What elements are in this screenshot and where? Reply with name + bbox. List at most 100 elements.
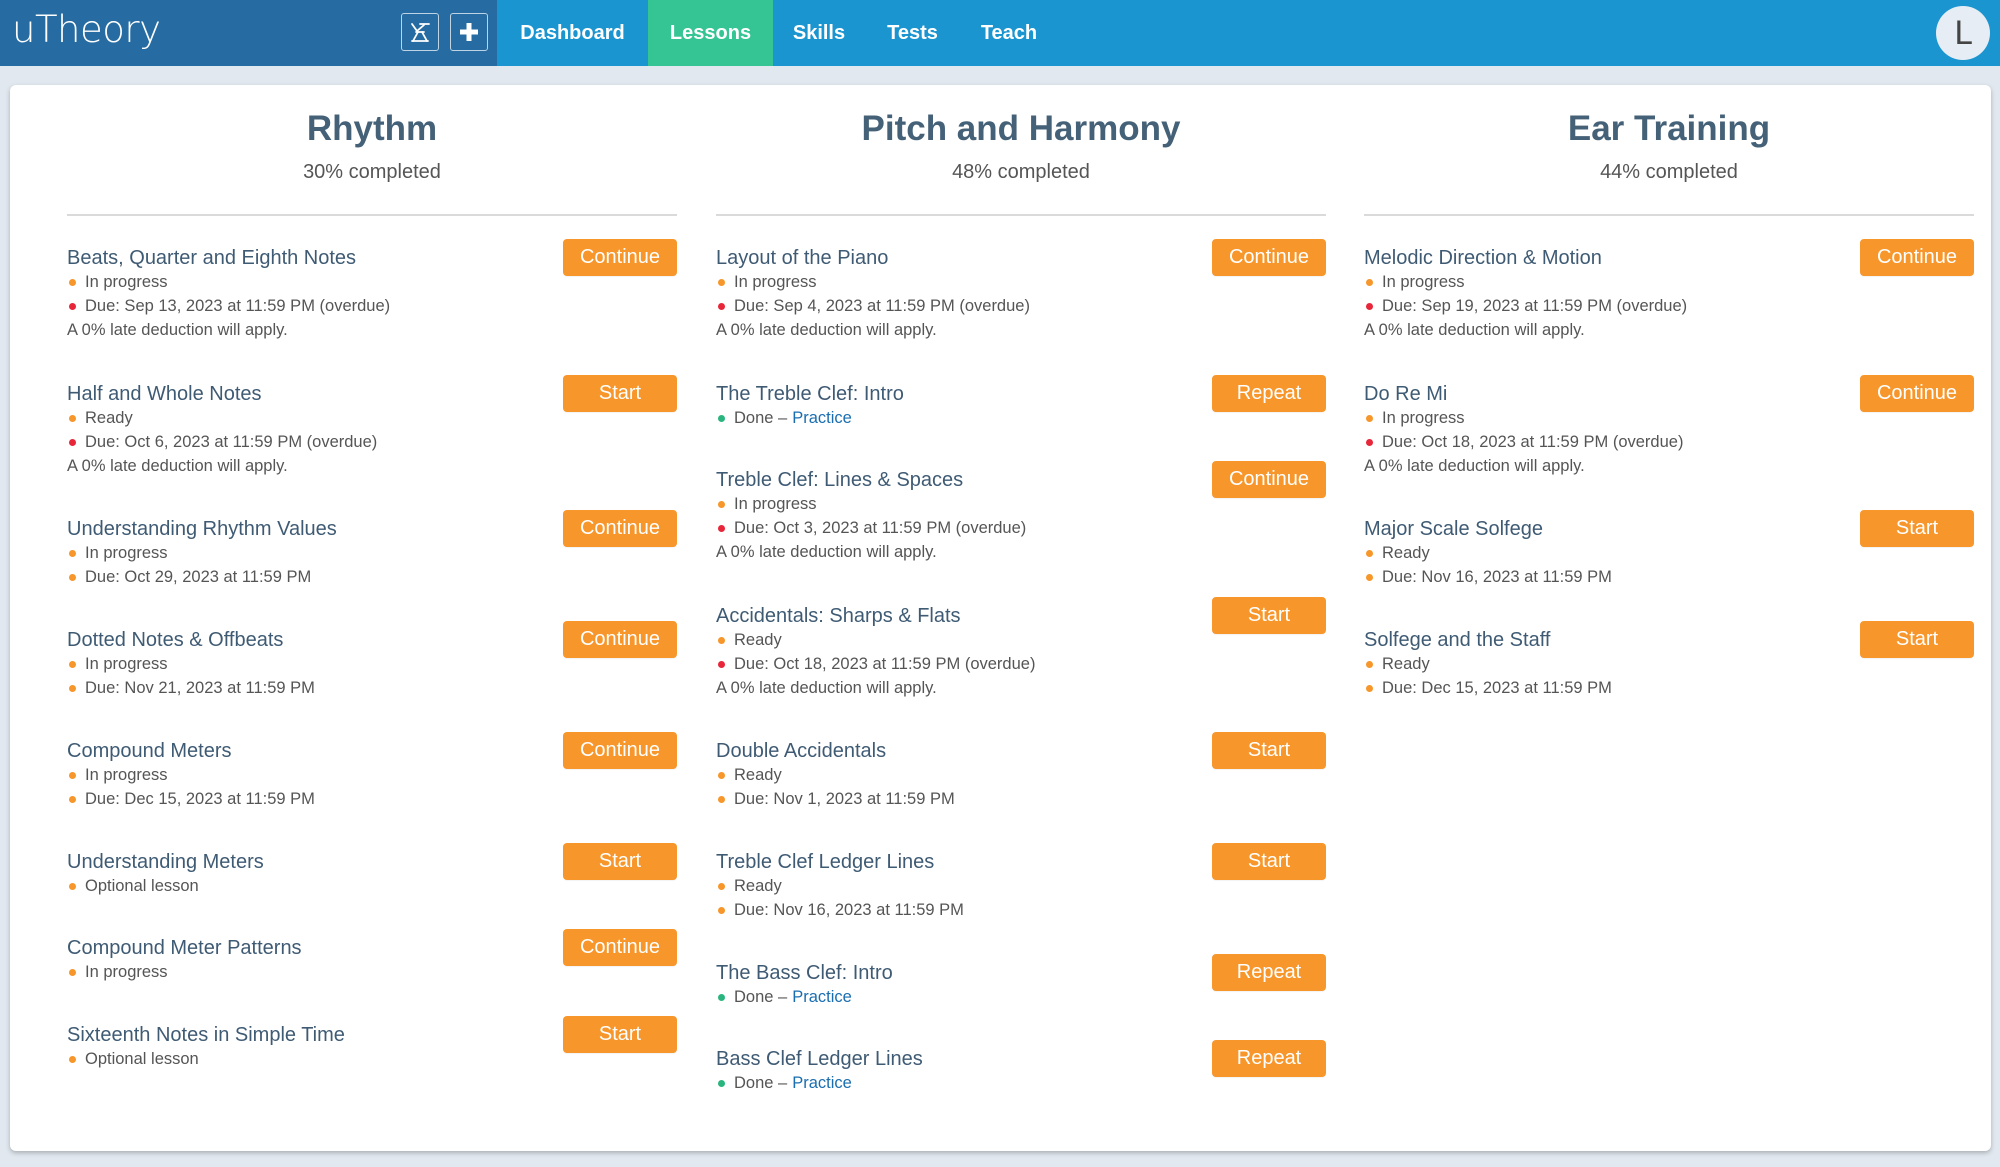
practice-link[interactable]: Practice — [792, 406, 852, 430]
status-text: Ready — [1382, 544, 1430, 562]
nav-lessons[interactable]: Lessons — [648, 0, 773, 66]
status-line: Due: Oct 18, 2023 at 11:59 PM (overdue) — [716, 652, 1326, 676]
late-deduction-note: A 0% late deduction will apply. — [716, 318, 1326, 342]
orange-status-dot-icon — [718, 882, 725, 890]
lesson-item: Melodic Direction & Motion In progress Due… — [1364, 239, 1974, 342]
lesson-item: Major Scale Solfege Ready Due: Nov 16, 202… — [1364, 510, 1974, 589]
conductor-stand-icon — [408, 20, 432, 44]
status-line: Due: Nov 1, 2023 at 11:59 PM — [716, 787, 1326, 811]
lessons-card: Rhythm 30% completed Beats, Quarter and … — [10, 85, 1991, 1151]
repeat-button[interactable]: Repeat — [1212, 375, 1326, 412]
status-text: Done – — [734, 988, 788, 1006]
user-avatar[interactable]: L — [1936, 6, 1990, 60]
status-text: A 0% late deduction will apply. — [716, 679, 937, 697]
orange-status-dot-icon — [1366, 660, 1373, 668]
column-title: Rhythm — [306, 109, 438, 148]
start-button[interactable]: Start — [1860, 621, 1974, 658]
nav-label: Teach — [980, 21, 1038, 44]
continue-button[interactable]: Continue — [563, 621, 677, 658]
continue-button[interactable]: Continue — [1212, 461, 1326, 498]
lesson-item: Bass Clef Ledger Lines Done – Practice Repe… — [716, 1040, 1326, 1095]
start-button[interactable]: Start — [563, 1016, 677, 1053]
orange-status-dot-icon — [718, 771, 725, 779]
nav-tests[interactable]: Tests — [865, 0, 960, 66]
status-text: Due: Oct 29, 2023 at 11:59 PM — [85, 568, 312, 586]
lesson-item: Do Re Mi In progress Due: Oct 18, 2023 at … — [1364, 375, 1974, 478]
continue-button[interactable]: Continue — [1860, 375, 1974, 412]
divider — [67, 214, 677, 216]
lesson-item: Understanding Rhythm Values In progress Du… — [67, 510, 677, 589]
status-line: Due: Oct 18, 2023 at 11:59 PM (overdue) — [1364, 430, 1974, 454]
red-status-dot-icon — [1366, 302, 1373, 310]
continue-button[interactable]: Continue — [563, 732, 677, 769]
status-text: Optional lesson — [85, 1050, 199, 1068]
practice-link[interactable]: Practice — [792, 985, 852, 1009]
continue-button[interactable]: Continue — [1212, 239, 1326, 276]
column-title: Ear Training — [1567, 109, 1771, 148]
add-button[interactable] — [450, 13, 488, 51]
start-button[interactable]: Start — [563, 375, 677, 412]
orange-status-dot-icon — [69, 573, 76, 581]
nav-skills[interactable]: Skills — [773, 0, 865, 66]
orange-status-dot-icon — [718, 500, 725, 508]
plus-icon — [458, 21, 480, 43]
red-status-dot-icon — [69, 302, 76, 310]
nav-dashboard[interactable]: Dashboard — [497, 0, 648, 66]
repeat-button[interactable]: Repeat — [1212, 1040, 1326, 1077]
lesson-item: The Treble Clef: Intro Done – Practice Repe… — [716, 375, 1326, 430]
orange-status-dot-icon — [69, 549, 76, 557]
late-deduction-note: A 0% late deduction will apply. — [716, 676, 1326, 700]
status-line: Due: Oct 6, 2023 at 11:59 PM (overdue) — [67, 430, 677, 454]
status-text: A 0% late deduction will apply. — [67, 321, 288, 339]
status-text: Ready — [85, 409, 133, 427]
status-line: Due: Sep 19, 2023 at 11:59 PM (overdue) — [1364, 294, 1974, 318]
orange-status-dot-icon — [69, 771, 76, 779]
start-button[interactable]: Start — [1212, 843, 1326, 880]
status-text: In progress — [85, 273, 168, 291]
status-text: Due: Oct 18, 2023 at 11:59 PM (overdue) — [734, 655, 1036, 673]
late-deduction-note: A 0% late deduction will apply. — [1364, 318, 1974, 342]
start-button[interactable]: Start — [563, 843, 677, 880]
red-status-dot-icon — [718, 524, 725, 532]
orange-status-dot-icon — [718, 906, 725, 914]
late-deduction-note: A 0% late deduction will apply. — [1364, 454, 1974, 478]
continue-button[interactable]: Continue — [563, 239, 677, 276]
status-line: Due: Nov 21, 2023 at 11:59 PM — [67, 676, 677, 700]
status-line: Due: Nov 16, 2023 at 11:59 PM — [1364, 565, 1974, 589]
column-rhythm: Rhythm 30% completed Beats, Quarter and … — [67, 85, 677, 1151]
status-text: A 0% late deduction will apply. — [1364, 457, 1585, 475]
column-progress: 48% completed — [952, 161, 1090, 183]
orange-status-dot-icon — [69, 1055, 76, 1063]
red-status-dot-icon — [718, 660, 725, 668]
lesson-item: Understanding Meters Optional lesson Start — [67, 843, 677, 898]
continue-button[interactable]: Continue — [563, 929, 677, 966]
orange-status-dot-icon — [1366, 549, 1373, 557]
status-text: Due: Sep 19, 2023 at 11:59 PM (overdue) — [1382, 297, 1688, 315]
status-text: Ready — [734, 766, 782, 784]
status-text: In progress — [85, 655, 168, 673]
orange-status-dot-icon — [718, 278, 725, 286]
lesson-item: Half and Whole Notes Ready Due: Oct 6, 202… — [67, 375, 677, 478]
status-text: A 0% late deduction will apply. — [716, 321, 937, 339]
status-text: Due: Oct 6, 2023 at 11:59 PM (overdue) — [85, 433, 378, 451]
nav-teach[interactable]: Teach — [960, 0, 1058, 66]
orange-status-dot-icon — [69, 882, 76, 890]
lesson-item: Solfege and the Staff Ready Due: Dec 15, 2… — [1364, 621, 1974, 700]
continue-button[interactable]: Continue — [563, 510, 677, 547]
logo[interactable]: uTheory — [12, 8, 161, 51]
lesson-item: Dotted Notes & Offbeats In progress Due: N… — [67, 621, 677, 700]
orange-status-dot-icon — [1366, 684, 1373, 692]
start-button[interactable]: Start — [1860, 510, 1974, 547]
continue-button[interactable]: Continue — [1860, 239, 1974, 276]
red-status-dot-icon — [1366, 438, 1373, 446]
status-text: Due: Nov 16, 2023 at 11:59 PM — [734, 901, 964, 919]
start-button[interactable]: Start — [1212, 732, 1326, 769]
status-text: Done – — [734, 1074, 788, 1092]
status-text: In progress — [734, 273, 817, 291]
repeat-button[interactable]: Repeat — [1212, 954, 1326, 991]
conductor-stand-button[interactable] — [401, 13, 439, 51]
start-button[interactable]: Start — [1212, 597, 1326, 634]
orange-status-dot-icon — [1366, 573, 1373, 581]
practice-link[interactable]: Practice — [792, 1071, 852, 1095]
status-text: Ready — [734, 877, 782, 895]
